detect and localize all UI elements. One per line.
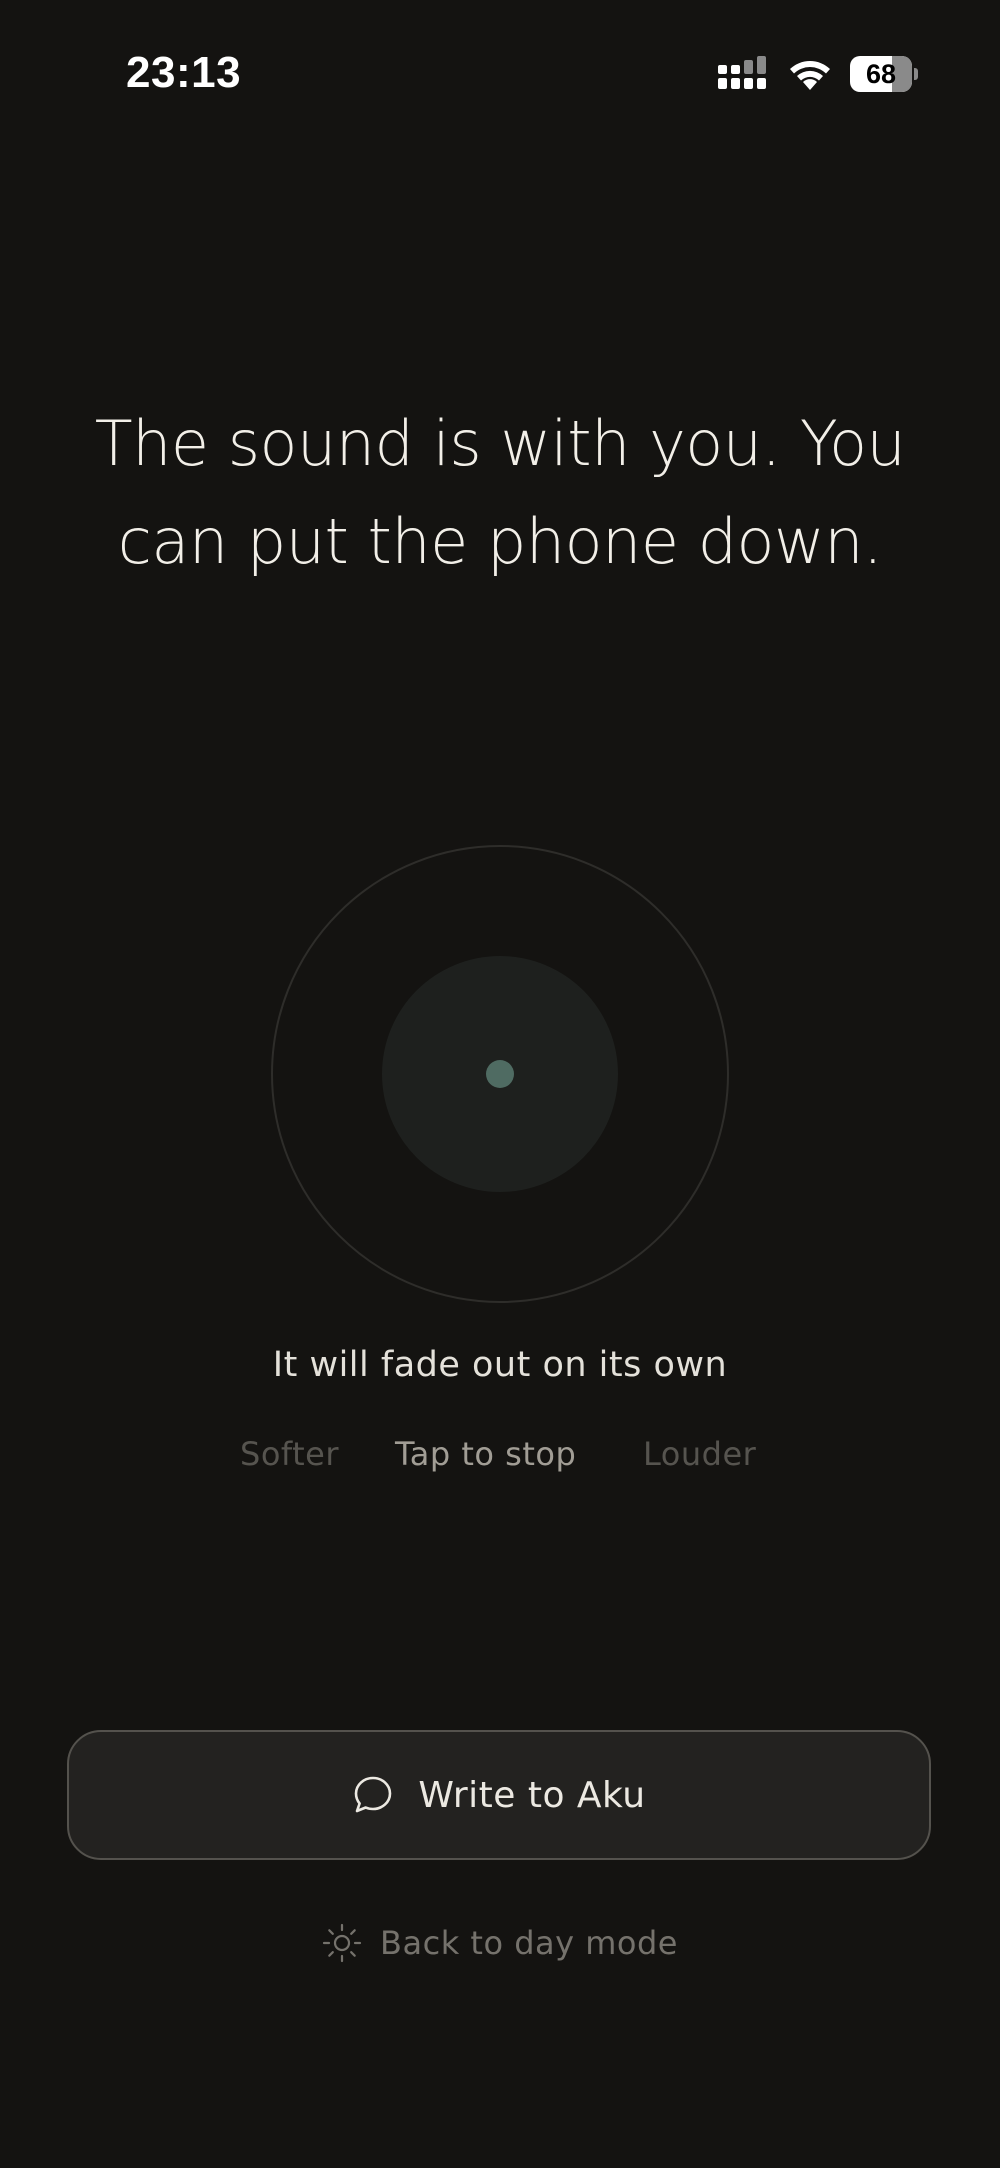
status-time: 23:13 (126, 48, 242, 97)
headline: The sound is with you. You can put the p… (60, 395, 940, 591)
chat-bubble-icon (355, 1776, 392, 1813)
battery-tip (914, 68, 918, 80)
sun-icon (322, 1923, 362, 1963)
playback-indicator-icon (486, 1060, 514, 1088)
fade-status-text: It will fade out on its own (272, 1345, 728, 1385)
status-icons: 68 (718, 54, 918, 94)
write-to-aku-label: Write to Aku (418, 1774, 646, 1816)
battery-icon: 68 (850, 56, 918, 92)
battery-level: 68 (866, 58, 897, 89)
battery-body: 68 (850, 56, 913, 92)
back-to-day-mode-link[interactable]: Back to day mode (0, 1915, 1000, 1971)
write-to-aku-button[interactable]: Write to Aku (67, 1730, 931, 1860)
playback-controls: Softer Tap to stop Louder (0, 1435, 1000, 1485)
tap-to-stop-button[interactable]: Tap to stop (395, 1435, 576, 1473)
headline-line-2: can put the phone down. (117, 505, 883, 578)
signal-icon (718, 56, 766, 89)
day-mode-label: Back to day mode (380, 1924, 678, 1962)
wifi-icon (790, 61, 830, 90)
softer-button[interactable]: Softer (240, 1435, 339, 1473)
status-bar: 23:13 68 (0, 0, 1000, 150)
headline-line-1: The sound is with you. You (94, 407, 906, 480)
louder-button[interactable]: Louder (643, 1435, 756, 1473)
playback-indicator[interactable] (271, 845, 729, 1303)
